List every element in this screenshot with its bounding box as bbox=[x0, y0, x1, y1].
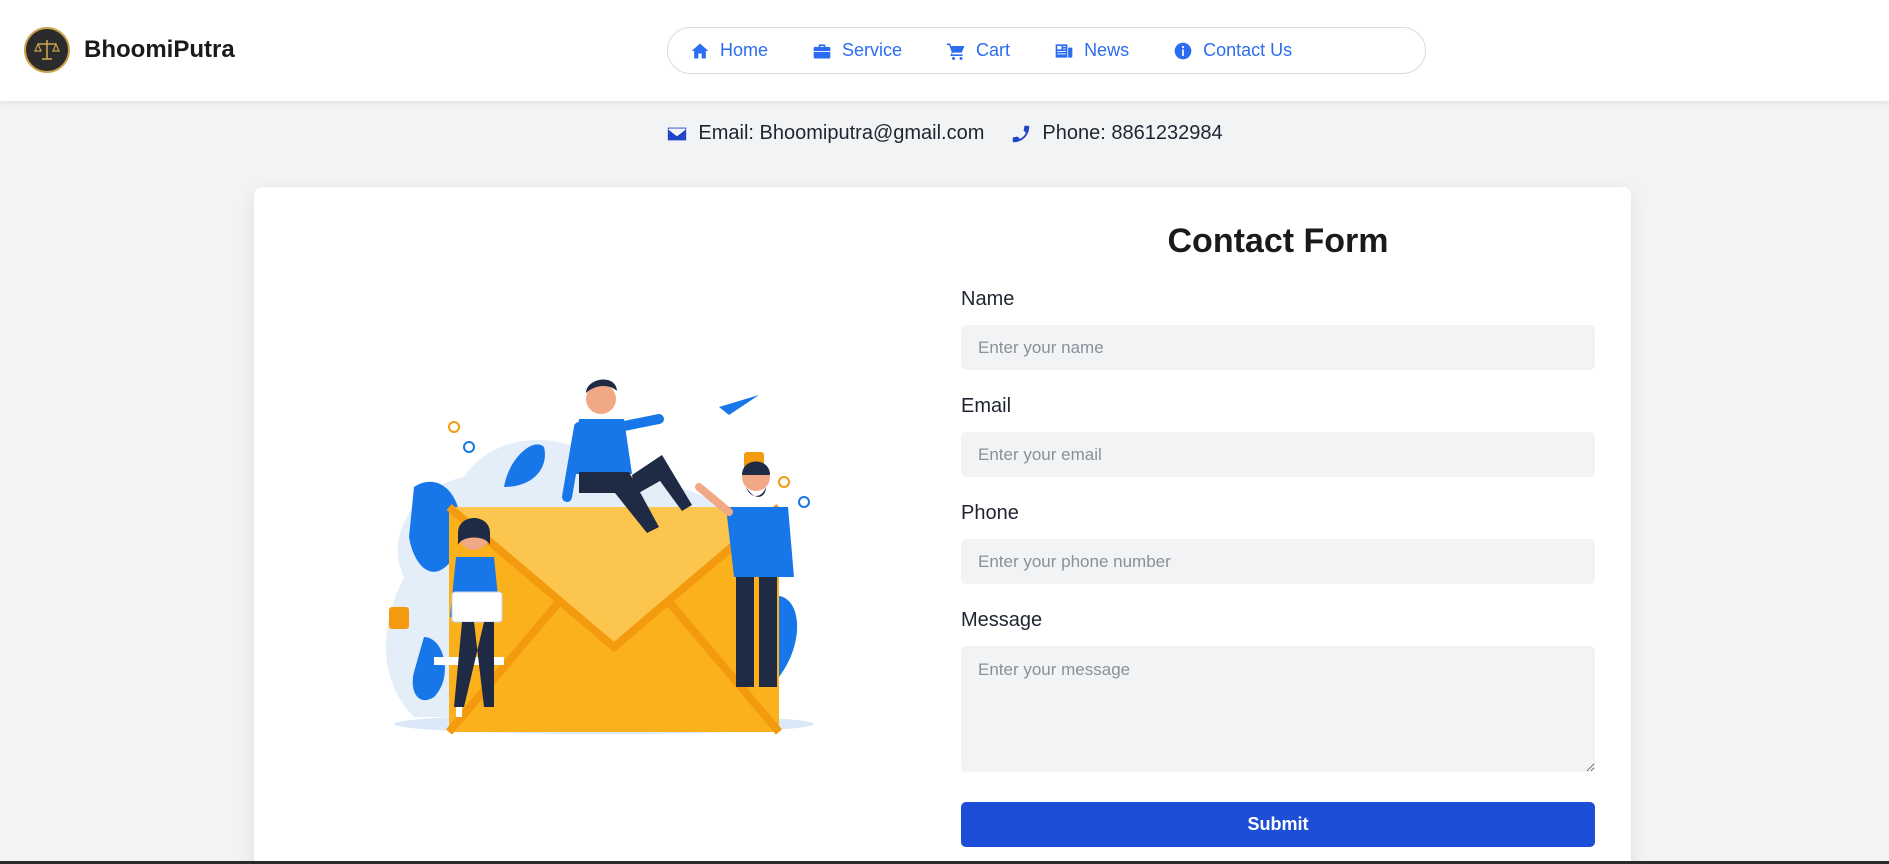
contact-phone-text: Phone: 8861232984 bbox=[1042, 122, 1223, 144]
nav-item-label: Contact Us bbox=[1203, 40, 1293, 60]
envelope-icon bbox=[668, 127, 687, 140]
scales-icon bbox=[34, 40, 60, 60]
brand-logo bbox=[24, 27, 70, 73]
nav-item-label: Service bbox=[842, 40, 903, 60]
email-input[interactable] bbox=[961, 432, 1595, 477]
nav-item-cart[interactable]: Cart bbox=[946, 40, 1010, 61]
name-label: Name bbox=[961, 288, 1015, 310]
phone-label: Phone bbox=[961, 502, 1019, 524]
news-icon bbox=[1055, 43, 1073, 58]
nav-item-label: Home bbox=[720, 40, 769, 60]
contact-email-text: Email: Bhoomiputra@gmail.com bbox=[698, 122, 985, 144]
nav-item-contact-us[interactable]: Contact Us bbox=[1173, 40, 1292, 61]
message-label: Message bbox=[961, 609, 1043, 631]
name-input[interactable] bbox=[961, 325, 1595, 370]
home-icon bbox=[691, 43, 709, 58]
nav-item-label: News bbox=[1084, 40, 1130, 60]
contact-form: Contact Form Name Email Phone Message Su… bbox=[961, 221, 1595, 847]
header: BhoomiPutra Home Service Cart News Conta… bbox=[0, 0, 1889, 101]
phone-input[interactable] bbox=[961, 539, 1595, 584]
phone-icon bbox=[1013, 125, 1030, 142]
briefcase-icon bbox=[813, 43, 831, 58]
nav-item-news[interactable]: News bbox=[1054, 40, 1129, 61]
info-icon bbox=[1174, 42, 1192, 59]
brand-name: BhoomiPutra bbox=[84, 36, 235, 63]
contact-phone[interactable]: Phone: 8861232984 bbox=[1010, 122, 1223, 145]
contact-info-bar: Email: Bhoomiputra@gmail.com Phone: 8861… bbox=[0, 122, 1889, 145]
nav-item-service[interactable]: Service bbox=[812, 40, 902, 61]
message-textarea[interactable] bbox=[961, 646, 1595, 772]
contact-card: Contact Form Name Email Phone Message Su… bbox=[254, 187, 1631, 864]
contact-email[interactable]: Email: Bhoomiputra@gmail.com bbox=[666, 122, 984, 145]
nav-item-home[interactable]: Home bbox=[690, 40, 768, 61]
main-nav: Home Service Cart News Contact Us bbox=[667, 27, 1426, 74]
form-title: Contact Form bbox=[1167, 222, 1389, 260]
submit-button[interactable]: Submit bbox=[961, 802, 1595, 847]
email-label: Email bbox=[961, 395, 1012, 417]
contact-envelope-people-illustration bbox=[385, 379, 814, 735]
nav-item-label: Cart bbox=[976, 40, 1011, 60]
cart-icon bbox=[946, 43, 965, 60]
brand[interactable]: BhoomiPutra bbox=[24, 27, 235, 73]
